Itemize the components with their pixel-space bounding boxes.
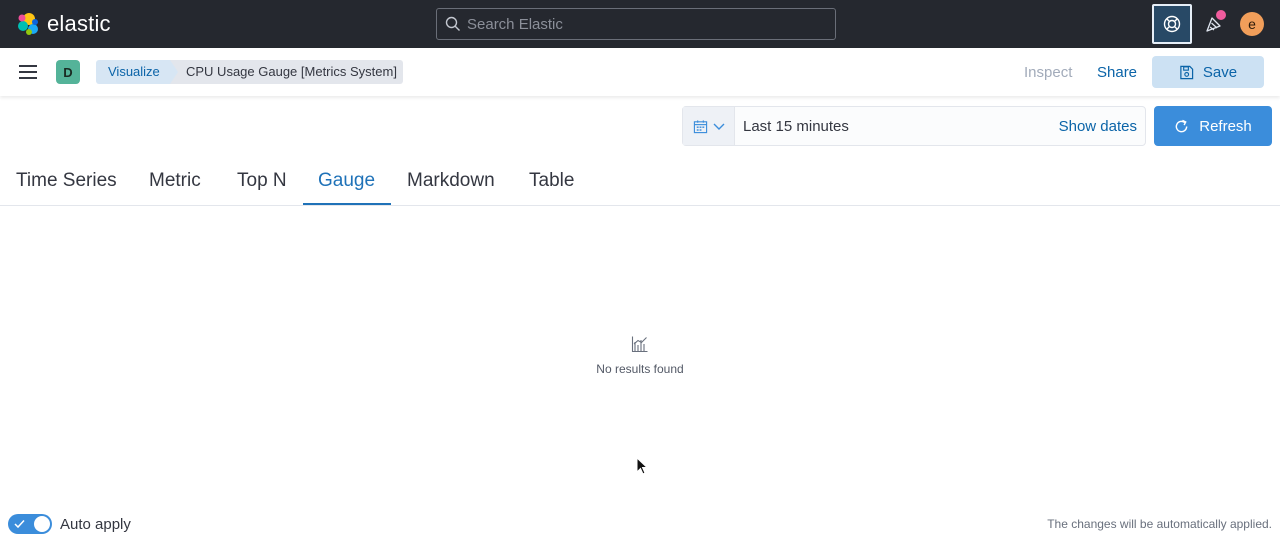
help-button[interactable]: [1152, 4, 1192, 44]
visualization-type-tabs: Time Series Metric Top N Gauge Markdown …: [0, 156, 1280, 206]
tab-table[interactable]: Table: [529, 170, 574, 192]
chevron-down-icon: [713, 123, 724, 130]
no-results-message: No results found: [596, 362, 684, 376]
top-header: elastic e: [0, 0, 1280, 48]
visualize-app-icon: [631, 336, 648, 353]
show-dates-button[interactable]: Show dates: [1059, 118, 1137, 135]
search-icon: [445, 16, 460, 31]
menu-toggle-button[interactable]: [16, 62, 40, 82]
global-search[interactable]: [436, 8, 836, 40]
space-avatar[interactable]: D: [56, 60, 80, 84]
calendar-icon: [693, 119, 707, 133]
user-avatar[interactable]: e: [1240, 12, 1264, 36]
breadcrumb-current: CPU Usage Gauge [Metrics System]: [170, 60, 403, 84]
inspect-button[interactable]: Inspect: [1024, 64, 1072, 81]
tab-metric[interactable]: Metric: [149, 170, 201, 192]
newsfeed-button[interactable]: [1200, 10, 1228, 38]
notification-badge: [1216, 10, 1226, 20]
check-icon: [14, 519, 25, 529]
quick-select-button[interactable]: [683, 107, 735, 145]
save-icon: [1180, 65, 1194, 79]
auto-apply-note: The changes will be automatically applie…: [1047, 517, 1272, 531]
elastic-logo[interactable]: elastic: [16, 10, 111, 38]
menu-icon: [19, 65, 37, 79]
refresh-button-label: Refresh: [1199, 117, 1252, 135]
save-button[interactable]: Save: [1152, 56, 1264, 88]
date-picker: Last 15 minutes Show dates: [682, 106, 1146, 146]
active-tab-indicator: [303, 203, 391, 205]
breadcrumb-separator: [170, 60, 178, 84]
app-header: D CPU Usage Gauge [Metrics System] Visua…: [0, 48, 1280, 96]
auto-apply-toggle[interactable]: [8, 514, 52, 534]
search-input[interactable]: [467, 9, 827, 39]
cursor-icon: [636, 457, 648, 475]
tab-time-series[interactable]: Time Series: [16, 170, 117, 192]
tab-gauge[interactable]: Gauge: [318, 170, 375, 192]
refresh-button[interactable]: Refresh: [1154, 106, 1272, 146]
save-button-label: Save: [1202, 63, 1238, 81]
auto-apply-label: Auto apply: [60, 516, 131, 533]
brand-name: elastic: [47, 11, 111, 36]
refresh-icon: [1175, 119, 1188, 132]
elastic-logo-icon: [18, 13, 38, 35]
tab-markdown[interactable]: Markdown: [407, 170, 495, 192]
time-range-label[interactable]: Last 15 minutes: [743, 118, 849, 135]
breadcrumb-visualize[interactable]: Visualize: [96, 60, 170, 84]
help-icon: [1163, 15, 1181, 33]
toggle-knob: [34, 516, 50, 532]
tab-top-n[interactable]: Top N: [237, 170, 287, 192]
share-button[interactable]: Share: [1097, 64, 1137, 81]
